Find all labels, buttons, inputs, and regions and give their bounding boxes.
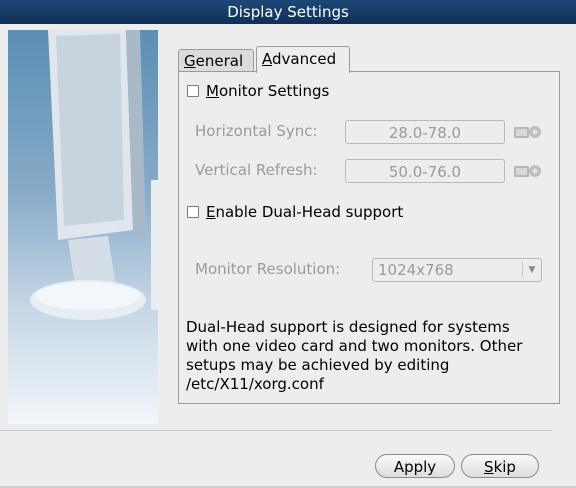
tab-advanced[interactable]: Advanced — [256, 46, 350, 73]
separator — [0, 430, 552, 431]
probe-icon[interactable] — [513, 161, 543, 181]
tab-general[interactable]: General — [178, 49, 254, 72]
monitor-resolution-combo[interactable]: 1024x768 ▼ — [372, 258, 542, 282]
tab-general-label: eneral — [195, 52, 244, 70]
monitor-illustration — [8, 30, 158, 424]
window-title: Display Settings — [0, 0, 576, 24]
dual-head-mnemonic: E — [206, 203, 216, 221]
description-line: Dual-Head support is designed for system… — [186, 318, 510, 336]
checkbox-box[interactable] — [187, 206, 199, 218]
monitor-settings-checkbox[interactable]: Monitor Settings — [187, 82, 329, 100]
dual-head-checkbox[interactable]: Enable Dual-Head support — [187, 203, 403, 221]
monitor-resolution-value: 1024x768 — [378, 261, 454, 279]
checkbox-box[interactable] — [187, 85, 199, 97]
dual-head-label: nable Dual-Head support — [215, 203, 404, 221]
vertical-refresh-field[interactable]: 50.0-76.0 — [345, 159, 505, 183]
tab-advanced-mnemonic: A — [262, 50, 272, 68]
description-line: /etc/X11/xorg.conf — [186, 375, 324, 393]
skip-button[interactable]: Skip — [461, 454, 539, 478]
probe-icon[interactable] — [513, 122, 543, 142]
monitor-settings-mnemonic: M — [206, 82, 219, 100]
tab-advanced-label: dvanced — [272, 50, 337, 68]
horizontal-sync-label: Horizontal Sync: — [195, 122, 318, 140]
skip-label: kip — [493, 458, 516, 476]
monitor-settings-label: onitor Settings — [218, 82, 330, 100]
description-line: with one video card and two monitors. Ot… — [186, 337, 523, 355]
vertical-refresh-label: Vertical Refresh: — [195, 161, 318, 179]
apply-button[interactable]: Apply — [375, 454, 455, 478]
description-line: setups may be achieved by editing — [186, 356, 450, 374]
tab-general-mnemonic: G — [184, 52, 196, 70]
monitor-resolution-label: Monitor Resolution: — [195, 260, 341, 278]
dual-head-description: Dual-Head support is designed for system… — [186, 318, 546, 394]
chevron-down-icon[interactable]: ▼ — [522, 262, 541, 278]
horizontal-sync-field[interactable]: 28.0-78.0 — [345, 120, 505, 144]
skip-mnemonic: S — [484, 458, 494, 476]
